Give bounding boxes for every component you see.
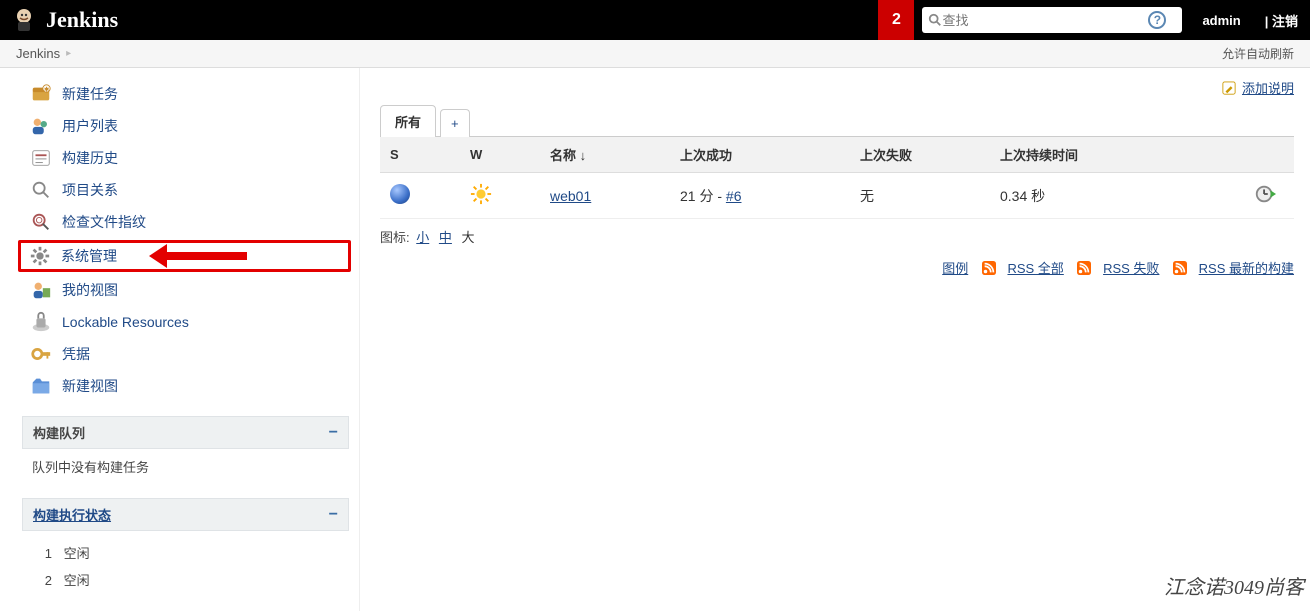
sidebar-item-fingerprint[interactable]: 检查文件指纹 bbox=[0, 206, 359, 238]
notification-badge[interactable]: 2 bbox=[878, 0, 914, 40]
table-header-row: S W 名称 ↓ 上次成功 上次失败 上次持续时间 bbox=[380, 137, 1294, 173]
sidebar-item-lockable-resources[interactable]: Lockable Resources bbox=[0, 306, 359, 338]
main-panel: 添加说明 所有 + S W 名称 ↓ 上次成功 上次失败 上次持续时间 bbox=[360, 68, 1310, 611]
chevron-right-icon: ▸ bbox=[66, 48, 71, 59]
sidebar-item-label: 系统管理 bbox=[61, 246, 117, 266]
rss-icon bbox=[1077, 261, 1091, 275]
col-weather[interactable]: W bbox=[460, 137, 540, 173]
rss-failures-link[interactable]: RSS 失败 bbox=[1103, 261, 1159, 276]
logout-link[interactable]: | 注销 bbox=[1253, 11, 1310, 30]
highlight-arrow-icon bbox=[149, 244, 247, 268]
col-duration[interactable]: 上次持续时间 bbox=[990, 137, 1244, 173]
sidebar-item-label: 新建任务 bbox=[62, 84, 118, 104]
add-description-link[interactable]: 添加说明 bbox=[1242, 81, 1294, 96]
rss-icon bbox=[982, 261, 996, 275]
pane-title: 构建队列 bbox=[33, 423, 85, 442]
jenkins-logo-icon bbox=[12, 6, 36, 34]
cell-duration: 0.34 秒 bbox=[990, 173, 1244, 219]
people-icon bbox=[30, 115, 52, 137]
new-view-icon bbox=[30, 375, 52, 397]
sidebar-item-build-history[interactable]: 构建历史 bbox=[0, 142, 359, 174]
sidebar-item-label: 用户列表 bbox=[62, 116, 118, 136]
breadcrumb-bar: Jenkins ▸ 允许自动刷新 bbox=[0, 40, 1310, 68]
rss-icon bbox=[1173, 261, 1187, 275]
icon-size-small[interactable]: 小 bbox=[416, 230, 429, 245]
sidebar-item-new-job[interactable]: ✱ 新建任务 bbox=[0, 78, 359, 110]
icon-size-large[interactable]: 大 bbox=[462, 230, 475, 245]
executor-row: 1 空闲 bbox=[32, 539, 339, 566]
user-link[interactable]: admin bbox=[1190, 13, 1252, 28]
sidebar-item-label: 项目关系 bbox=[62, 180, 118, 200]
lock-icon bbox=[30, 311, 52, 333]
table-row: web01 21 分 - #6 无 0.34 秒 bbox=[380, 173, 1294, 219]
job-name-link[interactable]: web01 bbox=[550, 188, 591, 204]
executors-pane: 构建执行状态 − 1 空闲 2 空闲 bbox=[22, 498, 349, 601]
credentials-icon bbox=[30, 343, 52, 365]
sidebar-item-label: Lockable Resources bbox=[62, 314, 189, 330]
new-job-icon: ✱ bbox=[30, 83, 52, 105]
sidebar-item-manage-jenkins[interactable]: 系统管理 bbox=[18, 240, 351, 272]
cell-last-success: 21 分 - #6 bbox=[670, 173, 850, 219]
view-tabs: 所有 + bbox=[380, 105, 1294, 137]
col-last-success[interactable]: 上次成功 bbox=[670, 137, 850, 173]
collapse-icon[interactable]: − bbox=[329, 424, 338, 442]
gear-icon bbox=[29, 245, 51, 267]
build-queue-header[interactable]: 构建队列 − bbox=[22, 416, 349, 449]
sidebar-item-people[interactable]: 用户列表 bbox=[0, 110, 359, 142]
build-queue-pane: 构建队列 − 队列中没有构建任务 bbox=[22, 416, 349, 484]
sidebar-item-label: 凭据 bbox=[62, 344, 90, 364]
sidebar-item-label: 构建历史 bbox=[62, 148, 118, 168]
icon-size-medium[interactable]: 中 bbox=[439, 230, 452, 245]
search-icon bbox=[928, 13, 942, 27]
executor-state: 空闲 bbox=[64, 546, 90, 561]
tab-new-view[interactable]: + bbox=[440, 109, 470, 137]
collapse-icon[interactable]: − bbox=[329, 506, 338, 524]
build-link[interactable]: #6 bbox=[726, 188, 742, 204]
breadcrumb-root[interactable]: Jenkins bbox=[16, 46, 60, 61]
legend-link[interactable]: 图例 bbox=[942, 261, 968, 276]
jobs-table: S W 名称 ↓ 上次成功 上次失败 上次持续时间 web01 21 分 - #… bbox=[380, 136, 1294, 219]
sidebar-item-label: 新建视图 bbox=[62, 376, 118, 396]
cell-last-failure: 无 bbox=[850, 173, 990, 219]
top-header: Jenkins 2 ? admin | 注销 bbox=[0, 0, 1310, 40]
col-name[interactable]: 名称 ↓ bbox=[540, 137, 670, 173]
executor-row: 2 空闲 bbox=[32, 566, 339, 593]
sidebar-item-credentials[interactable]: 凭据 bbox=[0, 338, 359, 370]
sidebar-item-label: 我的视图 bbox=[62, 280, 118, 300]
sidebar-item-new-view[interactable]: 新建视图 bbox=[0, 370, 359, 402]
auto-refresh-link[interactable]: 允许自动刷新 bbox=[1222, 45, 1294, 62]
relationship-icon bbox=[30, 179, 52, 201]
col-last-failure[interactable]: 上次失败 bbox=[850, 137, 990, 173]
rss-all-link[interactable]: RSS 全部 bbox=[1007, 261, 1063, 276]
icon-size-legend: 图标: 小 中 大 bbox=[380, 227, 1294, 246]
col-status[interactable]: S bbox=[380, 137, 460, 173]
history-icon bbox=[30, 147, 52, 169]
my-views-icon bbox=[30, 279, 52, 301]
footer-links: 图例 RSS 全部 RSS 失败 RSS 最新的构建 bbox=[380, 258, 1294, 277]
sidebar-item-project-relationship[interactable]: 项目关系 bbox=[0, 174, 359, 206]
executors-header[interactable]: 构建执行状态 − bbox=[22, 498, 349, 531]
watermark-text: 江念诺3049尚客 bbox=[1164, 571, 1304, 600]
svg-text:✱: ✱ bbox=[44, 86, 49, 93]
queue-empty-text: 队列中没有构建任务 bbox=[32, 460, 149, 475]
sidebar-item-my-views[interactable]: 我的视图 bbox=[0, 274, 359, 306]
search-help-icon[interactable]: ? bbox=[1148, 11, 1166, 29]
fingerprint-icon bbox=[30, 211, 52, 233]
status-ball-icon[interactable] bbox=[390, 184, 410, 204]
pane-title[interactable]: 构建执行状态 bbox=[33, 505, 111, 524]
brand-text: Jenkins bbox=[46, 7, 118, 33]
executors-body: 1 空闲 2 空闲 bbox=[22, 531, 349, 601]
pencil-icon bbox=[1222, 81, 1236, 95]
tab-all[interactable]: 所有 bbox=[380, 105, 436, 137]
search-box[interactable]: ? bbox=[922, 7, 1182, 33]
rss-latest-link[interactable]: RSS 最新的构建 bbox=[1199, 261, 1294, 276]
sidebar-item-label: 检查文件指纹 bbox=[62, 212, 146, 232]
brand[interactable]: Jenkins bbox=[0, 6, 130, 34]
search-input[interactable] bbox=[942, 13, 1138, 28]
build-queue-body: 队列中没有构建任务 bbox=[22, 449, 349, 484]
executor-state: 空闲 bbox=[64, 573, 90, 588]
schedule-build-icon[interactable] bbox=[1254, 183, 1276, 205]
weather-sunny-icon[interactable] bbox=[470, 183, 492, 205]
sidebar: ✱ 新建任务 用户列表 构建历史 项目关系 检查文件指纹 系统管理 我的视图 bbox=[0, 68, 360, 611]
